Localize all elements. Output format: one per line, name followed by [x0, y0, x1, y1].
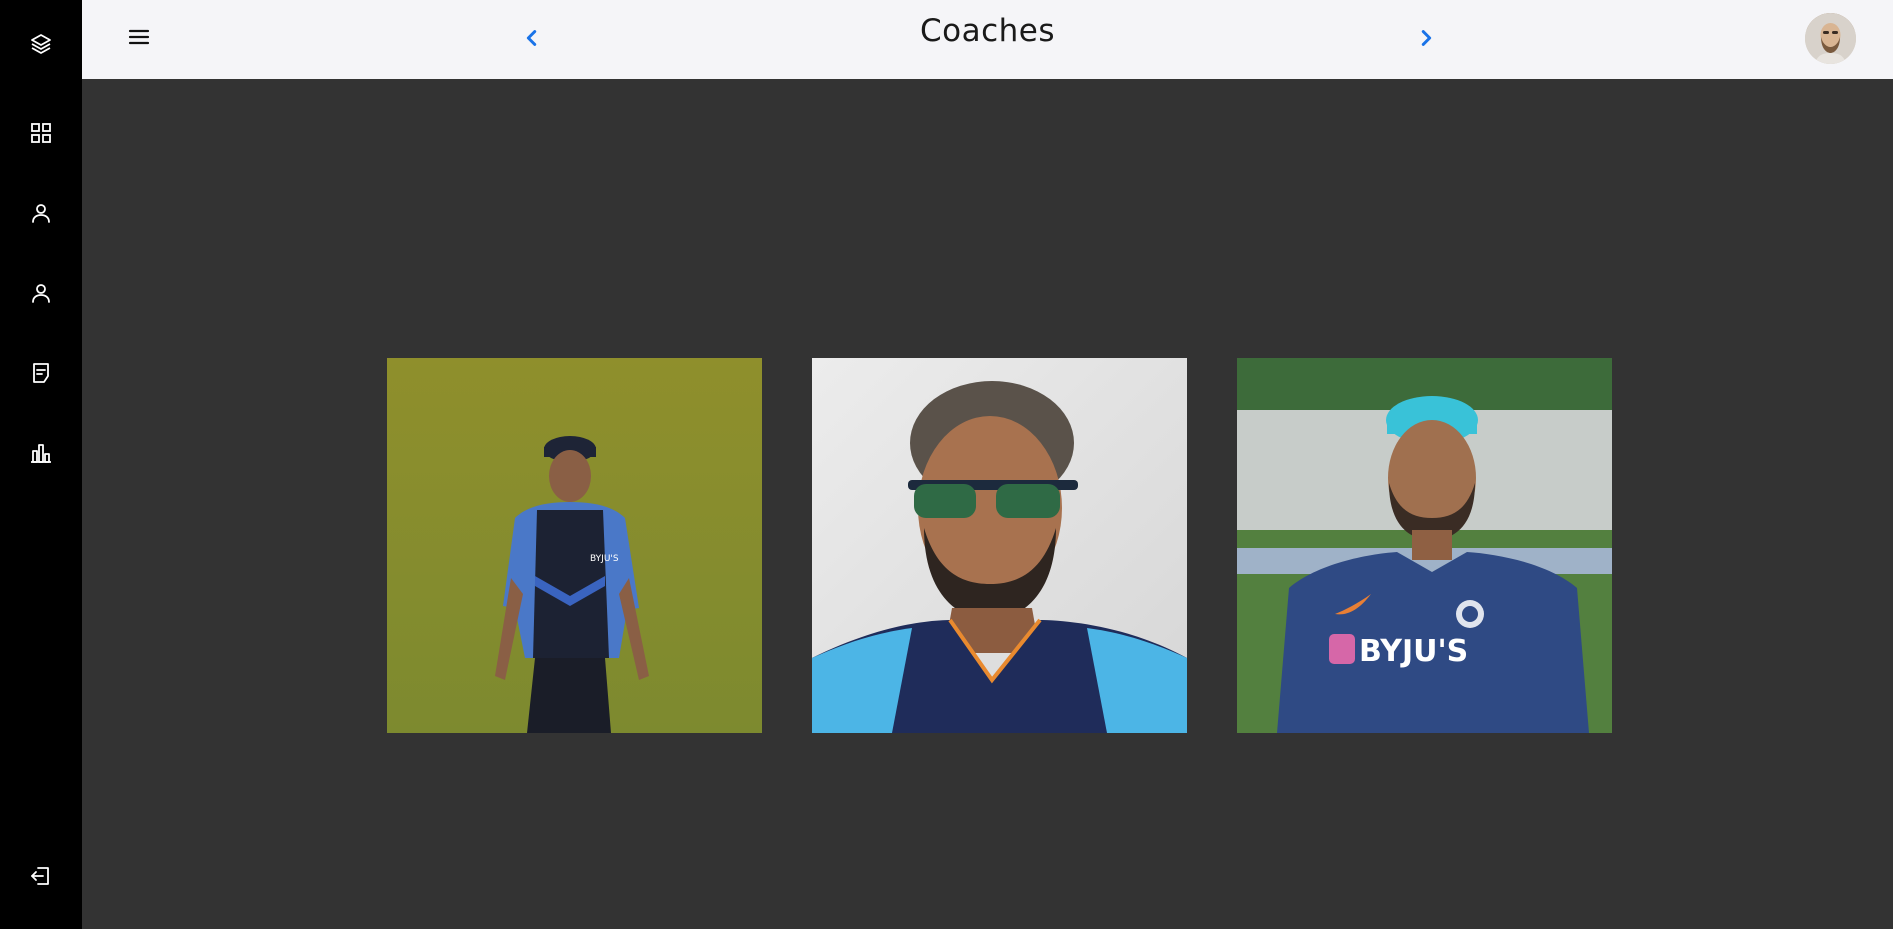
user-icon — [32, 204, 50, 223]
layers-icon — [31, 34, 51, 54]
avatar-image — [1805, 13, 1856, 64]
user-icon — [32, 284, 50, 303]
coach-photo — [812, 358, 1187, 733]
page-title: Coaches — [919, 13, 1056, 49]
jersey-logo-text: BYJU'S — [590, 554, 619, 564]
logout-icon — [31, 867, 49, 885]
sidebar-item-layers[interactable] — [27, 30, 55, 58]
sidebar — [0, 0, 82, 929]
notes-icon — [33, 363, 49, 383]
sidebar-item-notes[interactable] — [27, 359, 55, 387]
top-header: Coaches — [82, 0, 1893, 79]
coach-card[interactable]: BYJU'S — [1237, 358, 1612, 733]
avatar[interactable] — [1805, 13, 1856, 64]
coach-card[interactable] — [812, 358, 1187, 733]
previous-button[interactable] — [520, 24, 544, 52]
dashboard-grid-icon — [31, 123, 51, 143]
sidebar-item-user-2[interactable] — [27, 279, 55, 307]
next-button[interactable] — [1414, 24, 1438, 52]
menu-button[interactable] — [124, 22, 154, 52]
chevron-right-icon — [1421, 30, 1432, 46]
coach-photo: BYJU'S — [1237, 358, 1612, 733]
bar-chart-icon — [31, 444, 51, 463]
sidebar-item-user-1[interactable] — [27, 199, 55, 227]
logout-button[interactable] — [27, 862, 55, 890]
coach-card[interactable]: BYJU'S — [387, 358, 762, 733]
hamburger-menu-icon — [128, 29, 150, 45]
sidebar-item-dashboard[interactable] — [27, 119, 55, 147]
chevron-left-icon — [526, 30, 537, 46]
jersey-sponsor-text: BYJU'S — [1359, 634, 1468, 669]
sidebar-item-stats[interactable] — [27, 439, 55, 467]
coach-photo: BYJU'S — [387, 358, 762, 733]
